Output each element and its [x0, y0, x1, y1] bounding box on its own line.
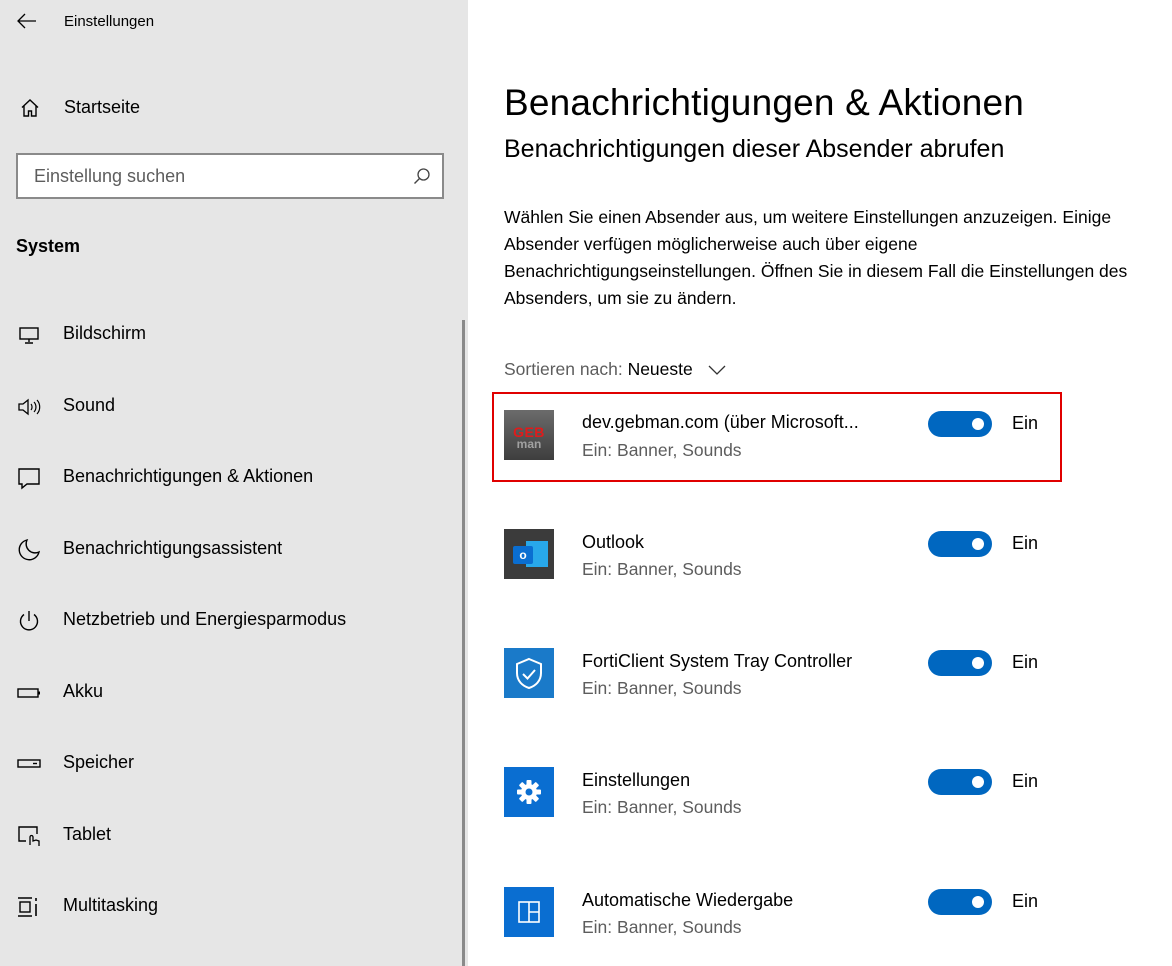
sidebar-scrollbar[interactable]	[462, 320, 465, 966]
gebman-logo-icon: GEB man	[504, 410, 554, 460]
sender-row-forticlient[interactable]: FortiClient System Tray Controller Ein: …	[492, 631, 1062, 721]
sidebar-item-tablet[interactable]: Tablet	[0, 810, 460, 862]
description-text: Wählen Sie einen Absender aus, um weiter…	[504, 207, 1128, 309]
toggle-knob	[972, 776, 984, 788]
monitor-icon	[19, 327, 39, 344]
main-content: Benachrichtigungen & Aktionen Benachrich…	[468, 0, 1172, 966]
search-icon[interactable]	[412, 166, 432, 186]
toggle-state-label: Ein	[1012, 413, 1039, 433]
sender-toggle[interactable]	[928, 769, 992, 795]
title-bar: Einstellungen	[0, 0, 468, 46]
sender-toggle[interactable]	[928, 650, 992, 676]
sidebar-item-label: Akku	[63, 681, 104, 701]
sidebar-item-akku[interactable]: Akku	[0, 667, 460, 719]
toggle-state-label: Ein	[1012, 652, 1039, 672]
sender-row-einstellungen[interactable]: Einstellungen Ein: Banner, Sounds Ein	[492, 750, 1062, 840]
sender-toggle[interactable]	[928, 531, 992, 557]
storage-icon	[17, 759, 41, 768]
toggle-state-label: Ein	[1012, 891, 1039, 911]
gebman-logo-bottom: man	[516, 437, 542, 451]
sender-detail: Ein: Banner, Sounds	[582, 559, 742, 579]
moon-icon	[18, 538, 41, 561]
sidebar-item-sound[interactable]: Sound	[0, 381, 460, 433]
back-button[interactable]	[10, 6, 44, 36]
toggle-state-label: Ein	[1012, 771, 1039, 791]
sender-detail: Ein: Banner, Sounds	[582, 678, 742, 698]
app-title: Einstellungen	[64, 13, 155, 30]
back-arrow-icon	[17, 13, 36, 29]
sidebar-item-benachrichtigungen[interactable]: Benachrichtigungen & Aktionen	[0, 452, 460, 504]
toggle-knob	[972, 538, 984, 550]
section-subtitle: Benachrichtigungen dieser Absender abruf…	[504, 135, 1005, 163]
message-icon	[18, 468, 40, 490]
sidebar-item-label: Multitasking	[63, 895, 159, 915]
page-title: Benachrichtigungen & Aktionen	[504, 82, 1025, 123]
battery-icon	[17, 688, 40, 698]
sender-detail: Ein: Banner, Sounds	[582, 440, 742, 460]
home-label: Startseite	[64, 97, 141, 117]
sender-row-autoplay[interactable]: Automatische Wiedergabe Ein: Banner, Sou…	[492, 870, 1062, 960]
sidebar-item-label: Benachrichtigungsassistent	[63, 538, 283, 558]
sender-name: Outlook	[582, 532, 645, 552]
autoplay-icon	[504, 887, 554, 937]
section-heading: System	[16, 236, 81, 256]
sidebar-item-label: Netzbetrieb und Energiesparmodus	[63, 609, 347, 629]
outlook-letter-bg: o	[513, 546, 533, 564]
sender-name: dev.gebman.com (über Microsoft...	[582, 412, 859, 432]
sidebar-item-label: Sound	[63, 395, 116, 415]
sender-name: FortiClient System Tray Controller	[582, 651, 853, 671]
toggle-knob	[972, 896, 984, 908]
sidebar-item-label: Tablet	[63, 824, 112, 844]
sidebar-item-benachrichtigungsassistent[interactable]: Benachrichtigungsassistent	[0, 524, 460, 576]
tablet-icon	[18, 826, 40, 846]
sender-toggle[interactable]	[928, 411, 992, 437]
shield-check-icon	[504, 648, 554, 698]
sidebar-item-speicher[interactable]: Speicher	[0, 738, 460, 790]
sort-value: Neueste	[627, 359, 693, 379]
navigation-sidebar: Einstellungen Startseite System Bildschi…	[0, 0, 468, 966]
sidebar-item-multitasking[interactable]: Multitasking	[0, 881, 460, 933]
sender-row-gebman[interactable]: GEB man dev.gebman.com (über Microsoft..…	[492, 392, 1062, 482]
gear-glyph	[517, 780, 541, 804]
sender-name: Automatische Wiedergabe	[582, 890, 794, 910]
speaker-icon	[18, 398, 41, 416]
power-icon	[19, 611, 39, 631]
sidebar-item-label: Benachrichtigungen & Aktionen	[63, 466, 314, 486]
sidebar-item-bildschirm[interactable]: Bildschirm	[0, 309, 460, 361]
sidebar-item-netzbetrieb[interactable]: Netzbetrieb und Energiesparmodus	[0, 595, 460, 647]
outlook-icon: o	[504, 529, 554, 579]
sort-dropdown[interactable]: Sortieren nach: Neueste	[504, 359, 726, 380]
multitasking-icon	[18, 897, 37, 917]
toggle-state-label: Ein	[1012, 533, 1039, 553]
toggle-knob	[972, 418, 984, 430]
chevron-down-icon	[708, 365, 726, 376]
toggle-knob	[972, 657, 984, 669]
sender-detail: Ein: Banner, Sounds	[582, 917, 742, 937]
sender-detail: Ein: Banner, Sounds	[582, 797, 742, 817]
sender-toggle[interactable]	[928, 889, 992, 915]
sidebar-item-label: Speicher	[63, 752, 135, 772]
home-icon	[21, 99, 39, 117]
sidebar-item-label: Bildschirm	[63, 323, 147, 343]
search-input[interactable]	[18, 155, 398, 197]
sender-row-outlook[interactable]: o Outlook Ein: Banner, Sounds Ein	[492, 512, 1062, 602]
sort-label: Sortieren nach:	[504, 359, 623, 379]
gear-icon	[504, 767, 554, 817]
shield-glyph	[516, 657, 542, 690]
settings-search-box[interactable]	[16, 153, 444, 199]
sender-name: Einstellungen	[582, 770, 691, 790]
autoplay-glyph	[518, 901, 540, 923]
home-link[interactable]: Startseite	[0, 88, 468, 128]
